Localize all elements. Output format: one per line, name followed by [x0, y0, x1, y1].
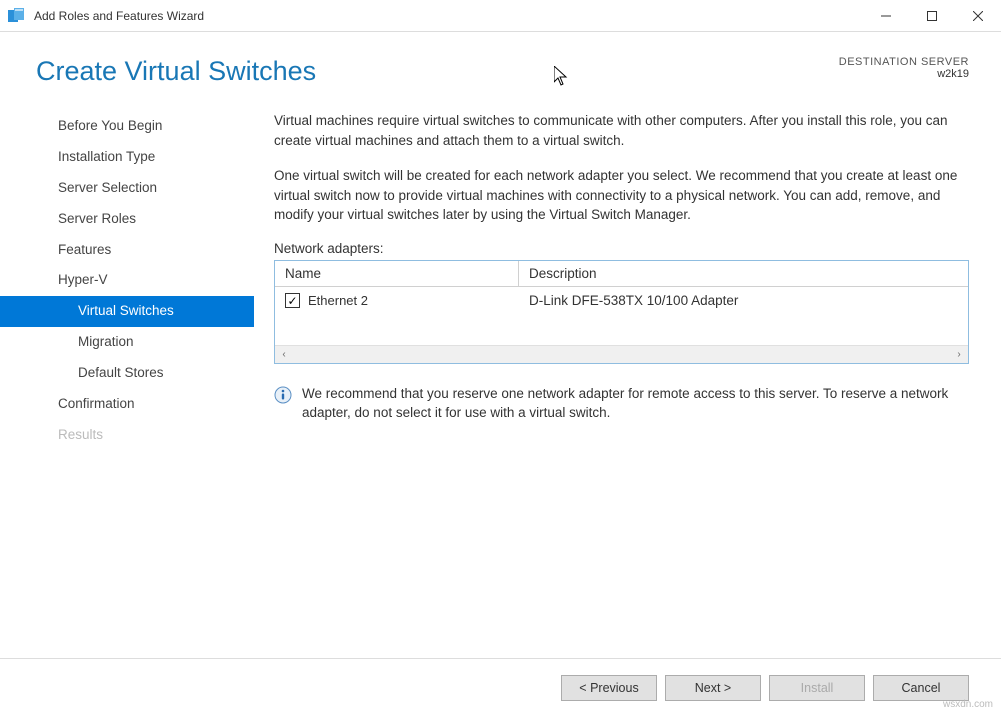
adapter-table: Name Description ✓ Ethernet 2 D-Link DFE… [274, 260, 969, 364]
horizontal-scrollbar[interactable]: ‹ › [275, 345, 968, 363]
nav-before-you-begin[interactable]: Before You Begin [0, 111, 254, 142]
destination-name: w2k19 [839, 68, 969, 80]
adapter-name: Ethernet 2 [308, 293, 368, 308]
checkmark-icon: ✓ [287, 295, 297, 307]
titlebar: Add Roles and Features Wizard [0, 0, 1001, 32]
info-note: We recommend that you reserve one networ… [274, 384, 969, 423]
nav-features[interactable]: Features [0, 235, 254, 266]
nav-installation-type[interactable]: Installation Type [0, 142, 254, 173]
nav-server-roles[interactable]: Server Roles [0, 204, 254, 235]
maximize-button[interactable] [909, 0, 955, 31]
page-title: Create Virtual Switches [36, 56, 316, 87]
window-controls [863, 0, 1001, 31]
info-icon [274, 386, 292, 404]
nav-hyper-v[interactable]: Hyper-V [0, 265, 254, 296]
col-name-header[interactable]: Name [275, 261, 519, 286]
header: Create Virtual Switches DESTINATION SERV… [0, 32, 1001, 103]
cell-name: ✓ Ethernet 2 [275, 293, 519, 308]
table-header: Name Description [275, 261, 968, 287]
col-desc-header[interactable]: Description [519, 261, 968, 286]
nav-migration[interactable]: Migration [0, 327, 254, 358]
content: Before You Begin Installation Type Serve… [0, 103, 1001, 451]
nav-default-stores[interactable]: Default Stores [0, 358, 254, 389]
main-panel: Virtual machines require virtual switche… [254, 103, 1001, 451]
table-body: ✓ Ethernet 2 D-Link DFE-538TX 10/100 Ada… [275, 287, 968, 345]
scroll-left-icon[interactable]: ‹ [275, 349, 293, 360]
window-title: Add Roles and Features Wizard [34, 9, 863, 23]
cancel-button[interactable]: Cancel [873, 675, 969, 701]
nav-server-selection[interactable]: Server Selection [0, 173, 254, 204]
close-button[interactable] [955, 0, 1001, 31]
previous-button[interactable]: < Previous [561, 675, 657, 701]
destination-label: DESTINATION SERVER [839, 56, 969, 68]
app-icon [8, 8, 26, 24]
table-row[interactable]: ✓ Ethernet 2 D-Link DFE-538TX 10/100 Ada… [275, 287, 968, 315]
description-2: One virtual switch will be created for e… [274, 166, 969, 225]
description-1: Virtual machines require virtual switche… [274, 111, 969, 150]
footer: < Previous Next > Install Cancel [0, 658, 1001, 716]
nav-results: Results [0, 420, 254, 451]
next-button[interactable]: Next > [665, 675, 761, 701]
adapters-label: Network adapters: [274, 241, 969, 256]
scroll-track[interactable] [293, 346, 950, 363]
nav-virtual-switches[interactable]: Virtual Switches [0, 296, 254, 327]
destination-block: DESTINATION SERVER w2k19 [839, 56, 969, 87]
minimize-button[interactable] [863, 0, 909, 31]
nav-confirmation[interactable]: Confirmation [0, 389, 254, 420]
watermark: wsxdn.com [943, 699, 993, 710]
scroll-right-icon[interactable]: › [950, 349, 968, 360]
adapter-checkbox[interactable]: ✓ [285, 293, 300, 308]
install-button: Install [769, 675, 865, 701]
adapter-desc: D-Link DFE-538TX 10/100 Adapter [519, 293, 968, 308]
info-text: We recommend that you reserve one networ… [302, 384, 969, 423]
sidebar: Before You Begin Installation Type Serve… [0, 103, 254, 451]
